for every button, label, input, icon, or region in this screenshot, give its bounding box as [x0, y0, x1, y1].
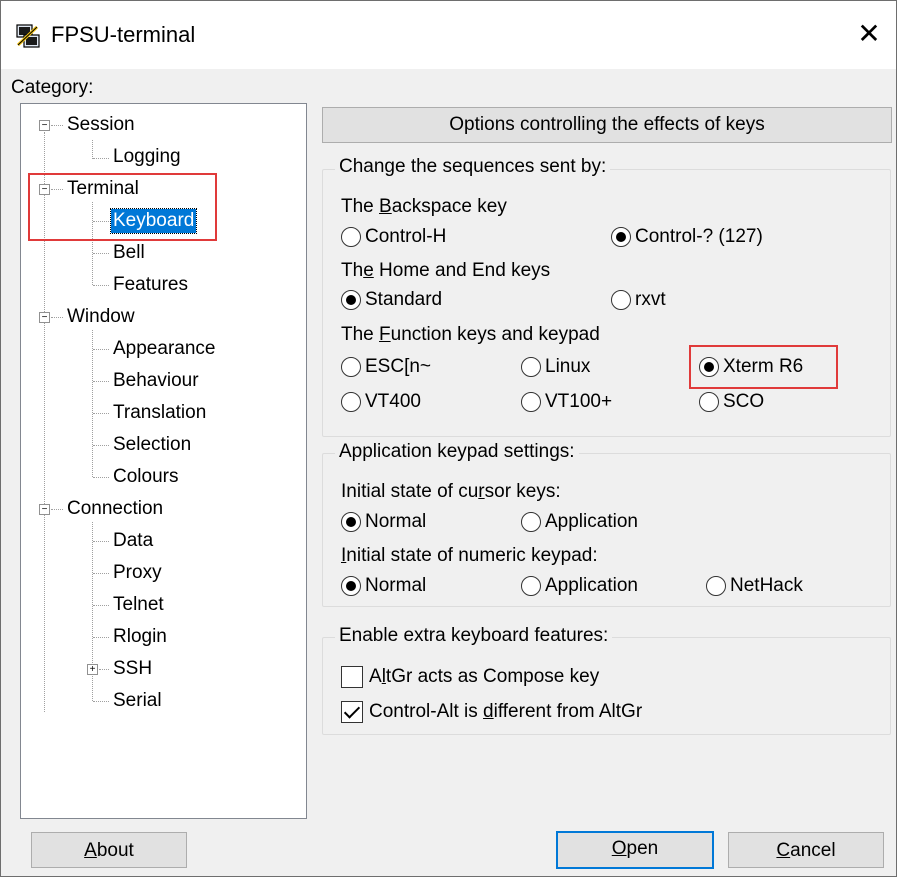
tree-line	[93, 158, 109, 159]
open-button[interactable]: Open	[556, 831, 714, 869]
tree-item-connection[interactable]: Connection	[67, 497, 163, 521]
tree-line	[93, 349, 109, 350]
tree-line	[51, 317, 63, 318]
tree-line	[93, 285, 109, 286]
radio-rxvt[interactable]: rxvt	[611, 289, 666, 311]
category-label: Category:	[11, 77, 94, 98]
tree-item-translation[interactable]: Translation	[113, 401, 206, 425]
radio-control-h[interactable]: Control-H	[341, 226, 446, 248]
collapse-icon[interactable]: −	[39, 504, 50, 515]
tree-line	[93, 413, 109, 414]
close-icon[interactable]: ✕	[852, 17, 886, 51]
sequences-group-title: Change the sequences sent by:	[335, 156, 611, 178]
tree-item-data[interactable]: Data	[113, 529, 153, 553]
radio-control-127[interactable]: Control-? (127)	[611, 226, 763, 248]
tree-item-rlogin[interactable]: Rlogin	[113, 625, 167, 649]
tree-item-session[interactable]: Session	[67, 113, 135, 137]
tree-item-window[interactable]: Window	[67, 305, 135, 329]
cursor-keys-label: Initial state of cursor keys:	[341, 481, 561, 502]
radio-indicator[interactable]	[611, 289, 631, 310]
radio-indicator[interactable]	[521, 575, 541, 596]
tree-line	[93, 541, 109, 542]
tree-item-colours[interactable]: Colours	[113, 465, 178, 489]
function-label: The Function keys and keypad	[341, 324, 600, 345]
radio-indicator[interactable]	[341, 226, 361, 247]
radio-indicator-selected[interactable]	[611, 226, 631, 247]
numeric-keypad-label: Initial state of numeric keypad:	[341, 545, 598, 566]
backspace-label: The Backspace key	[341, 196, 507, 217]
radio-vt400[interactable]: VT400	[341, 391, 421, 413]
tree-line	[51, 509, 63, 510]
radio-indicator[interactable]	[521, 511, 541, 532]
radio-numeric-nethack[interactable]: NetHack	[706, 575, 803, 597]
radio-indicator[interactable]	[699, 391, 719, 412]
checkbox-altgr-compose[interactable]: AltGr acts as Compose key	[341, 665, 599, 689]
radio-indicator[interactable]	[521, 356, 541, 377]
radio-standard[interactable]: Standard	[341, 289, 442, 311]
radio-cursor-application[interactable]: Application	[521, 511, 638, 533]
tree-item-telnet[interactable]: Telnet	[113, 593, 164, 617]
tree-line	[93, 381, 109, 382]
tree-item-proxy[interactable]: Proxy	[113, 561, 162, 585]
radio-indicator[interactable]	[341, 391, 361, 412]
tree-line	[99, 669, 109, 670]
panel-header: Options controlling the effects of keys	[322, 107, 892, 143]
tree-line	[93, 573, 109, 574]
homeend-label: The Home and End keys	[341, 260, 551, 281]
radio-indicator[interactable]	[521, 391, 541, 412]
tree-item-behaviour[interactable]: Behaviour	[113, 369, 199, 393]
radio-cursor-normal[interactable]: Normal	[341, 511, 426, 533]
app-icon	[16, 24, 40, 48]
tree-line	[93, 477, 109, 478]
checkbox-indicator-checked[interactable]	[341, 700, 363, 723]
tree-item-logging[interactable]: Logging	[113, 145, 181, 169]
collapse-icon[interactable]: −	[39, 312, 50, 323]
tree-item-features[interactable]: Features	[113, 273, 188, 297]
title-bar: FPSU-terminal ✕	[1, 1, 896, 69]
radio-vt100plus[interactable]: VT100+	[521, 391, 612, 413]
about-button[interactable]: About	[31, 832, 187, 868]
radio-indicator-selected[interactable]	[341, 289, 361, 310]
tree-line	[93, 637, 109, 638]
tree-line	[93, 253, 109, 254]
highlight-box-xterm-r6	[689, 345, 838, 389]
radio-numeric-application[interactable]: Application	[521, 575, 638, 597]
radio-sco[interactable]: SCO	[699, 391, 764, 413]
radio-linux[interactable]: Linux	[521, 356, 590, 378]
radio-esc-n[interactable]: ESC[n~	[341, 356, 431, 378]
expand-icon[interactable]: +	[87, 664, 98, 675]
collapse-icon[interactable]: −	[39, 120, 50, 131]
tree-line	[93, 701, 109, 702]
tree-line	[51, 125, 63, 126]
tree-item-serial[interactable]: Serial	[113, 689, 162, 713]
radio-indicator[interactable]	[341, 356, 361, 377]
tree-item-bell[interactable]: Bell	[113, 241, 145, 265]
tree-item-selection[interactable]: Selection	[113, 433, 191, 457]
extra-features-group-title: Enable extra keyboard features:	[335, 625, 613, 647]
tree-line	[93, 605, 109, 606]
radio-indicator-selected[interactable]	[341, 575, 361, 596]
checkbox-ctrlalt-different[interactable]: Control-Alt is different from AltGr	[341, 700, 642, 724]
window-title: FPSU-terminal	[51, 22, 196, 47]
tree-item-ssh[interactable]: SSH	[113, 657, 152, 681]
tree-line	[92, 330, 93, 477]
tree-line	[93, 445, 109, 446]
tree-item-appearance[interactable]: Appearance	[113, 337, 215, 361]
radio-indicator-selected[interactable]	[341, 511, 361, 532]
app-keypad-group-title: Application keypad settings:	[335, 441, 579, 463]
checkbox-indicator[interactable]	[341, 665, 363, 688]
radio-indicator[interactable]	[706, 575, 726, 596]
highlight-box-terminal-keyboard	[28, 173, 217, 241]
putty-config-window: FPSU-terminal ✕ Category: − Session Logg…	[0, 0, 897, 877]
tree-line	[92, 140, 93, 159]
cancel-button[interactable]: Cancel	[728, 832, 884, 868]
radio-numeric-normal[interactable]: Normal	[341, 575, 426, 597]
